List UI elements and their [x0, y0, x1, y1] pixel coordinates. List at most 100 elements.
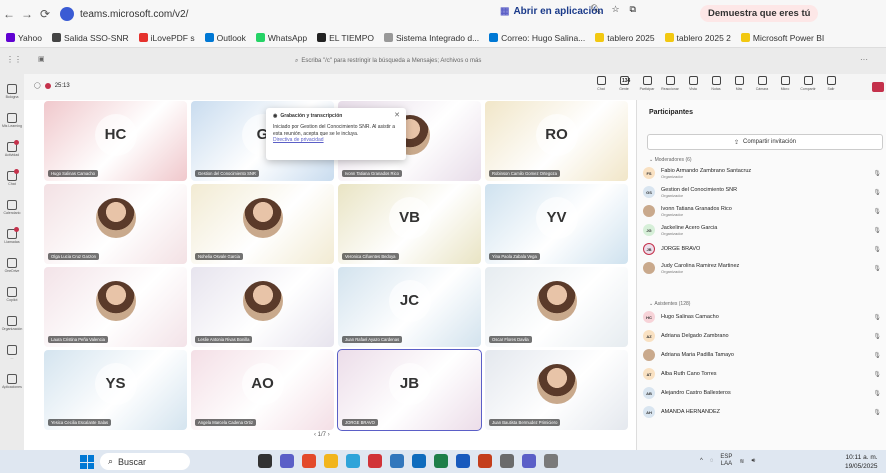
video-tile[interactable]: YS Yesica Cecilia Escalante Salas — [44, 350, 187, 430]
video-tile[interactable]: YV Yina Paola Zabala Vega — [485, 184, 628, 264]
favorite-star-icon[interactable]: ☆ — [611, 4, 619, 15]
participant-row[interactable]: HC Hugo Salinas Camacho 🎙︎ — [643, 308, 886, 326]
rail-item[interactable]: Llamadas — [0, 223, 24, 249]
taskbar-app-icon[interactable] — [324, 454, 338, 468]
rail-item[interactable]: Aplicaciones — [0, 368, 24, 394]
video-tile[interactable]: Leslie Antonia Rivas Bonilla — [191, 267, 334, 347]
profile-promo-button[interactable]: Demuestra que eres tú — [700, 5, 819, 22]
page-indicator[interactable]: ‹ 1/7 › — [314, 432, 330, 438]
meeting-tool-button[interactable]: Salir — [822, 76, 840, 91]
rail-item[interactable]: Bologna — [0, 78, 24, 104]
privacy-link[interactable]: Directiva de privacidad — [273, 137, 324, 143]
taskbar-app-icon[interactable] — [456, 454, 470, 468]
zoom-icon[interactable]: 🔍︎ — [590, 4, 601, 15]
taskbar-app-icon[interactable] — [544, 454, 558, 468]
taskbar-app-icon[interactable] — [368, 454, 382, 468]
video-tile[interactable]: Olga Lucia Cruz Garzon — [44, 184, 187, 264]
taskbar-app-icon[interactable] — [434, 454, 448, 468]
meeting-tool-button[interactable]: Chat — [592, 76, 610, 91]
participant-row[interactable]: AZ Adriana Delgado Zambrano 🎙︎ — [643, 327, 886, 345]
taskbar-search[interactable]: ⌕ Buscar — [100, 453, 190, 470]
moderators-header[interactable]: ⌄ Moderadores (6) — [649, 157, 692, 163]
meeting-tool-button[interactable]: Compartir — [799, 76, 817, 91]
forward-icon[interactable]: → — [18, 5, 36, 23]
participant-row[interactable]: JG Jackeline Acero Garcia Organizador 🎙︎ — [643, 221, 886, 239]
address-bar[interactable]: teams.microsoft.com/v2/ — [60, 4, 188, 24]
clock[interactable]: 10:11 a. m. 19/05/2025 — [845, 453, 878, 471]
rail-item[interactable]: Chat — [0, 165, 24, 191]
start-button[interactable] — [80, 455, 94, 469]
bookmark-item[interactable]: Sistema Integrado d... — [384, 33, 479, 43]
participant-row[interactable]: Adriana Maria Padilla Tamayo 🎙︎ — [643, 346, 886, 364]
search-input[interactable]: ⌕ Escriba "/c" para restringir la búsque… — [295, 54, 675, 68]
taskbar-app-icon[interactable] — [280, 454, 294, 468]
bookmark-item[interactable]: Microsoft Power BI — [740, 33, 824, 43]
bookmark-item[interactable]: Outlook — [204, 33, 246, 43]
close-icon[interactable]: ✕ — [394, 111, 400, 120]
taskbar-app-icon[interactable] — [478, 454, 492, 468]
participant-row[interactable]: FS Fabio Armando Zambrano Santacruz Organi… — [643, 164, 886, 182]
video-tile[interactable]: AO Angela Marcela Cadena Ortiz — [191, 350, 334, 430]
chevron-up-icon[interactable]: ^ — [700, 458, 703, 464]
network-icon[interactable]: ◌ — [710, 458, 714, 464]
video-tile[interactable]: VB Veronica Cifuentes Bedoya — [338, 184, 481, 264]
participant-row[interactable]: GS Gestion del Conocimiento SNR Organizado… — [643, 183, 886, 201]
wifi-icon[interactable]: ≋ — [739, 458, 744, 465]
taskbar-app-icon[interactable] — [500, 454, 514, 468]
video-tile[interactable]: JC Juan Rafael Ayazo Cardenas — [338, 267, 481, 347]
rail-item[interactable]: Copilot — [0, 281, 24, 307]
taskbar-app-icon[interactable] — [522, 454, 536, 468]
volume-icon[interactable]: 🔊︎ — [751, 458, 755, 465]
leave-button[interactable] — [872, 82, 884, 92]
back-icon[interactable]: ← — [0, 5, 18, 23]
bookmark-item[interactable]: tablero 2025 — [595, 33, 655, 43]
site-info-icon[interactable] — [60, 7, 74, 21]
taskbar-app-icon[interactable] — [258, 454, 272, 468]
participant-row[interactable]: AB Alejandro Castro Ballesteros 🎙︎ — [643, 384, 886, 402]
participant-row[interactable]: AT Alba Ruth Cano Torres 🎙︎ — [643, 365, 886, 383]
participant-row[interactable]: AH AMANDA HERNANDEZ 🎙︎ — [643, 403, 886, 421]
rail-item[interactable]: Calendario — [0, 194, 24, 220]
next-page-icon[interactable]: › — [328, 432, 330, 438]
meeting-tool-button[interactable]: Más — [730, 76, 748, 91]
participant-row[interactable]: Judy Carolina Ramirez Martinez Organizado… — [643, 259, 886, 277]
rail-item[interactable]: Organización — [0, 310, 24, 336]
taskbar-app-icon[interactable] — [412, 454, 426, 468]
open-in-app-button[interactable]: ▦ Abrir en aplicación — [500, 6, 603, 17]
participant-row[interactable]: Ivonn Tatiana Granados Rico Organizador 🎙︎ — [643, 202, 886, 220]
rail-item[interactable]: Actividad — [0, 136, 24, 162]
taskbar-app-icon[interactable] — [346, 454, 360, 468]
rail-item[interactable]: Mis Learning — [0, 107, 24, 133]
sidebar-toggle-icon[interactable]: ▣ — [38, 55, 45, 63]
meeting-tool-button[interactable]: Vista — [684, 76, 702, 91]
meeting-tool-button[interactable]: Cámara — [753, 76, 771, 91]
bookmark-item[interactable]: tablero 2025 2 — [664, 33, 731, 43]
taskbar-app-icon[interactable] — [302, 454, 316, 468]
video-tile[interactable]: JB JORGE BRAVO — [337, 349, 482, 431]
bookmark-item[interactable]: WhatsApp — [255, 33, 307, 43]
more-options-icon[interactable]: ··· — [860, 55, 868, 64]
video-tile[interactable]: Oscar Flores Davila — [485, 267, 628, 347]
bookmark-item[interactable]: EL TIEMPO — [317, 33, 374, 43]
bookmark-item[interactable]: Salida SSO-SNR — [51, 33, 129, 43]
participant-row[interactable]: JB JORGE BRAVO 🎙︎ — [643, 240, 886, 258]
meeting-tool-button[interactable]: Notas — [707, 76, 725, 91]
attendees-header[interactable]: ⌄ Asistentes (128) — [649, 301, 690, 307]
bookmark-item[interactable]: Correo: Hugo Salina... — [489, 33, 585, 43]
extensions-icon[interactable]: ⧉ — [630, 4, 636, 15]
video-tile[interactable]: Laura Cristina Peña Valencia — [44, 267, 187, 347]
video-tile[interactable]: HC Hugo Salinas Camacho — [44, 101, 187, 181]
meeting-tool-button[interactable]: Reaccionar — [661, 76, 679, 91]
taskbar-app-icon[interactable] — [390, 454, 404, 468]
language-indicator[interactable]: ESP LAA — [720, 454, 732, 468]
share-invite-button[interactable]: ⇪ Compartir invitación — [647, 134, 883, 150]
reload-icon[interactable]: ⟳ — [36, 5, 54, 23]
rail-item[interactable]: OneDrive — [0, 252, 24, 278]
bookmark-item[interactable]: Yahoo — [6, 33, 42, 43]
meeting-tool-button[interactable]: Participar — [638, 76, 656, 91]
meeting-tool-button[interactable]: Micro — [776, 76, 794, 91]
video-tile[interactable]: Juan Bautista Bermudez Primiciero — [485, 350, 628, 430]
bookmark-item[interactable]: iLovePDF s — [138, 33, 195, 43]
video-tile[interactable]: Nohelia Osvale Garcia — [191, 184, 334, 264]
video-tile[interactable]: RO Robinson Camilo Gomez Ortegoza — [485, 101, 628, 181]
